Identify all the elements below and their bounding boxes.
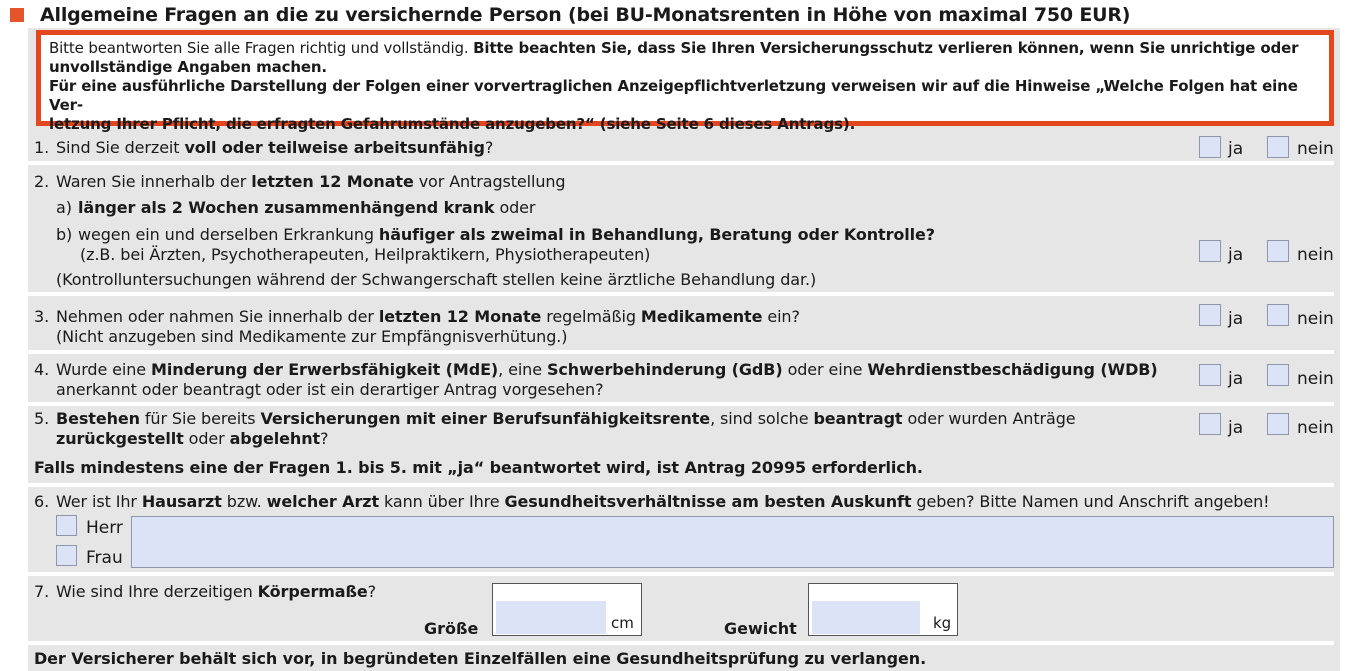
question-number: 2. [34, 172, 50, 191]
q1-no-checkbox[interactable] [1267, 136, 1289, 158]
row-divider [28, 641, 1334, 645]
question-number: 3. [34, 307, 50, 326]
question-2b-subtext: (z.B. bei Ärzten, Psychotherapeuten, Hei… [80, 245, 651, 264]
section-marker-icon [10, 8, 24, 22]
question-4-text: Wurde eine Minderung der Erwerbsfähigkei… [56, 360, 1158, 379]
q2-yes-checkbox[interactable] [1199, 240, 1221, 262]
row-divider [28, 402, 1334, 406]
q2-yes-label: ja [1228, 245, 1244, 265]
notice-line-4: letzung Ihrer Pflicht, die erfragten Gef… [49, 115, 856, 133]
question-5-text: Bestehen für Sie bereits Versicherungen … [56, 409, 1076, 428]
q4-no-label: nein [1297, 369, 1334, 389]
question-6-text: Wer ist Ihr Hausarzt bzw. welcher Arzt k… [56, 492, 1270, 511]
requirement-note: Falls mindestens eine der Fragen 1. bis … [34, 458, 923, 477]
height-label: Größe [424, 619, 479, 638]
q4-yes-label: ja [1228, 369, 1244, 389]
row-divider [28, 292, 1334, 296]
q5-no-checkbox[interactable] [1267, 413, 1289, 435]
question-7-text: Wie sind Ihre derzeitigen Körpermaße? [56, 582, 377, 601]
q5-yes-label: ja [1228, 418, 1244, 438]
weight-label: Gewicht [724, 619, 797, 638]
question-2b-text: wegen ein und derselben Erkrankung häufi… [78, 225, 935, 244]
notice-line-1: Bitte beantworten Sie alle Fragen richti… [49, 39, 1299, 57]
q1-yes-checkbox[interactable] [1199, 136, 1221, 158]
weight-box: kg [808, 583, 958, 636]
question-number: 5. [34, 409, 50, 428]
q2-no-label: nein [1297, 245, 1334, 265]
q4-yes-checkbox[interactable] [1199, 364, 1221, 386]
question-5-text-cont: zurückgestellt oder abgelehnt? [56, 429, 329, 448]
row-divider [28, 483, 1334, 487]
question-2-note: (Kontrolluntersuchungen während der Schw… [56, 270, 817, 289]
row-divider [28, 572, 1334, 576]
q4-no-checkbox[interactable] [1267, 364, 1289, 386]
warning-notice: Bitte beantworten Sie alle Fragen richti… [36, 30, 1334, 133]
q3-yes-label: ja [1228, 309, 1244, 329]
weight-unit: kg [933, 614, 952, 632]
height-input[interactable] [496, 601, 606, 634]
question-3-text: Nehmen oder nahmen Sie innerhalb der let… [56, 307, 800, 326]
question-4-subtext: anerkannt oder beantragt oder ist ein de… [56, 380, 604, 399]
question-number: 6. [34, 492, 50, 511]
question-3-subtext: (Nicht anzugeben sind Medikamente zur Em… [56, 327, 568, 346]
q3-no-label: nein [1297, 309, 1334, 329]
q5-yes-checkbox[interactable] [1199, 413, 1221, 435]
q2-no-checkbox[interactable] [1267, 240, 1289, 262]
section-header: Allgemeine Fragen an die zu versichernde… [10, 2, 1130, 28]
footer-note: Der Versicherer behält sich vor, in begr… [34, 649, 927, 668]
notice-line-3: Für eine ausführliche Darstellung der Fo… [49, 77, 1298, 114]
weight-input[interactable] [812, 601, 920, 634]
question-2-intro: Waren Sie innerhalb der letzten 12 Monat… [56, 172, 566, 191]
q3-yes-checkbox[interactable] [1199, 304, 1221, 326]
question-1-text: Sind Sie derzeit voll oder teilweise arb… [56, 138, 494, 157]
q5-no-label: nein [1297, 418, 1334, 438]
question-number: 4. [34, 360, 50, 379]
frau-checkbox[interactable] [56, 545, 77, 566]
frau-label: Frau [86, 548, 123, 568]
height-unit: cm [611, 614, 634, 632]
question-number: 7. [34, 582, 50, 601]
height-box: cm [492, 583, 642, 636]
question-2a-label: a) [56, 198, 72, 217]
question-2b-label: b) [56, 225, 73, 244]
q1-no-label: nein [1297, 139, 1334, 159]
notice-line-2: unvollständige Angaben machen. [49, 58, 327, 76]
doctor-name-address-field[interactable] [131, 516, 1334, 568]
herr-checkbox[interactable] [56, 515, 77, 536]
question-number: 1. [34, 138, 50, 157]
herr-label: Herr [86, 518, 123, 538]
q1-yes-label: ja [1228, 139, 1244, 159]
q3-no-checkbox[interactable] [1267, 304, 1289, 326]
row-divider [28, 161, 1334, 165]
question-2a-text: länger als 2 Wochen zusammenhängend kran… [78, 198, 536, 217]
section-title: Allgemeine Fragen an die zu versichernde… [40, 4, 1131, 26]
row-divider [28, 350, 1334, 354]
